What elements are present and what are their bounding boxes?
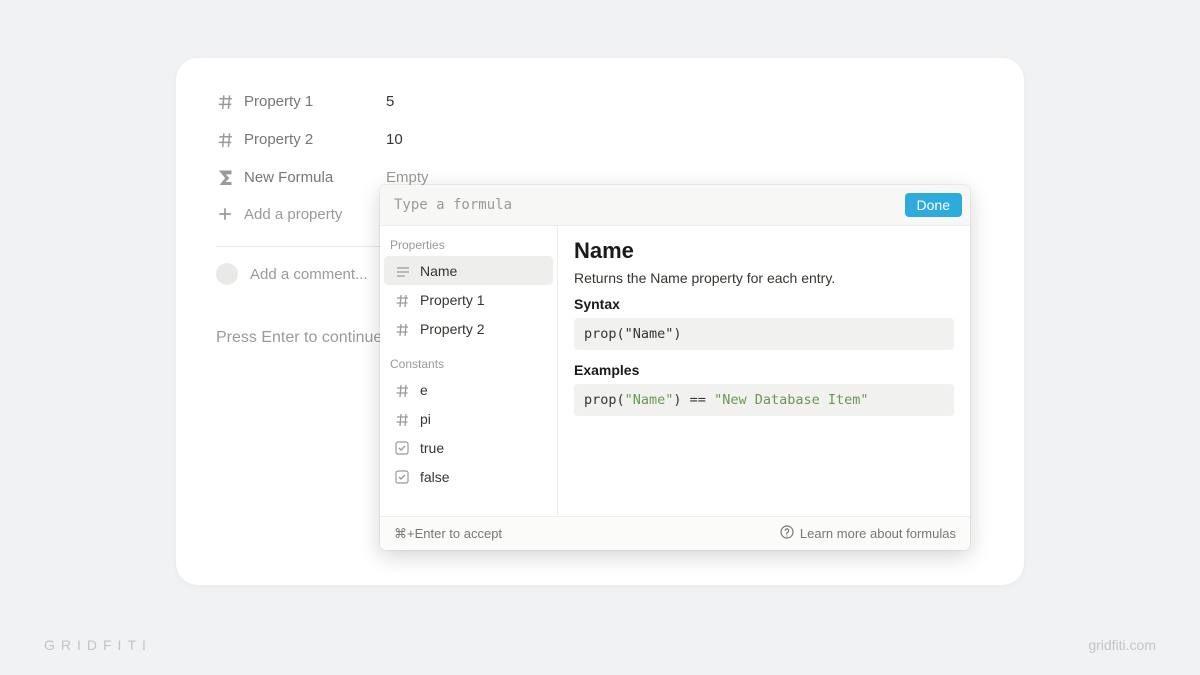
watermark-right: gridfiti.com [1088,637,1156,653]
check-icon [394,469,410,485]
text-icon [394,263,410,279]
property-name: New Formula [244,169,333,186]
property-name: Property 2 [244,131,313,148]
divider [216,246,386,247]
detail-title: Name [574,238,954,264]
list-item-label: Property 1 [420,292,485,308]
list-item-label: false [420,469,450,485]
plus-icon [216,205,234,223]
hash-icon [216,130,234,148]
list-item-label: Name [420,263,457,279]
learn-more-label: Learn more about formulas [800,526,956,541]
list-item[interactable]: e [380,375,557,404]
hash-icon [394,321,410,337]
add-property-label: Add a property [244,206,342,223]
list-item-label: Property 2 [420,321,485,337]
learn-more-link[interactable]: Learn more about formulas [780,525,956,542]
comment-placeholder: Add a comment... [250,266,368,283]
examples-label: Examples [574,362,954,378]
list-item[interactable]: Property 1 [380,285,557,314]
list-pane: Properties Name Property 1 Property 2 Cons… [380,226,558,516]
section-title-properties: Properties [380,234,557,256]
check-icon [394,440,410,456]
list-item[interactable]: Property 2 [380,314,557,343]
list-item[interactable]: false [380,462,557,491]
hash-icon [216,92,234,110]
list-item-label: pi [420,411,431,427]
hash-icon [394,411,410,427]
avatar [216,263,238,285]
property-value[interactable]: 10 [386,131,403,148]
help-icon [780,525,794,542]
watermark-left: GRIDFITI [44,637,152,653]
example-code: prop("Name") == "New Database Item" [574,384,954,416]
done-button[interactable]: Done [905,193,962,217]
list-item-label: e [420,382,428,398]
syntax-label: Syntax [574,296,954,312]
formula-popover: Done Properties Name Property 1 Property 2… [380,185,970,550]
list-item-label: true [420,440,444,456]
list-item[interactable]: pi [380,404,557,433]
hash-icon [394,382,410,398]
section-title-constants: Constants [380,353,557,375]
popover-footer: ⌘+Enter to accept Learn more about formu… [380,516,970,550]
property-value[interactable]: Empty [386,169,429,186]
property-row[interactable]: Property 2 10 [216,120,984,158]
property-name: Property 1 [244,93,313,110]
list-item[interactable]: true [380,433,557,462]
syntax-code: prop("Name") [574,318,954,350]
property-value[interactable]: 5 [386,93,394,110]
detail-pane: Name Returns the Name property for each … [558,226,970,516]
popover-header: Done [380,185,970,226]
hash-icon [394,292,410,308]
detail-description: Returns the Name property for each entry… [574,270,954,286]
accept-hint: ⌘+Enter to accept [394,526,502,542]
formula-input[interactable] [390,191,905,219]
property-row[interactable]: Property 1 5 [216,82,984,120]
list-item[interactable]: Name [384,256,553,285]
sigma-icon [216,168,234,186]
